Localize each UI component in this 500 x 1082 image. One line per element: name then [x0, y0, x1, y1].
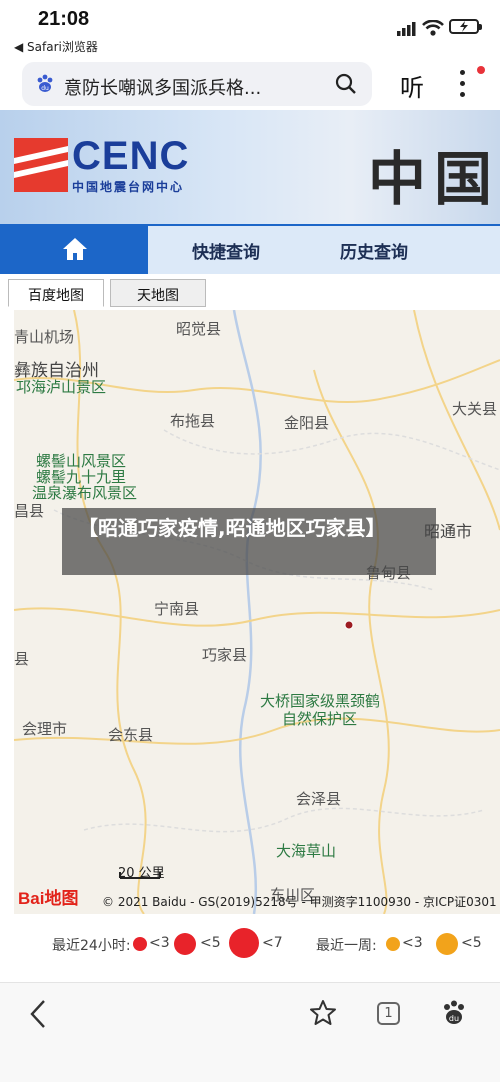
search-query-text[interactable]: 意防长嘲讽多国派兵格...: [64, 74, 319, 100]
legend-week-lt3: <3: [402, 935, 423, 951]
legend-dot-medium-red: [174, 933, 196, 955]
notification-dot: [477, 66, 485, 74]
map-label: 大海草山: [276, 842, 337, 860]
earthquake-map[interactable]: 青山机场 昭觉县 彝族自治州 邛海泸山景区 布拖县 金阳县 大关县 螺髻山风景区…: [14, 310, 500, 914]
cellular-signal-icon: [397, 22, 416, 36]
back-to-app-link[interactable]: ◀ Safari浏览器: [14, 38, 98, 55]
nav-history-query[interactable]: 历史查询: [340, 238, 408, 263]
clock: 21:08: [38, 8, 90, 30]
map-label: 巧家县: [202, 646, 248, 664]
map-scale-label: 20 公里: [118, 866, 165, 881]
battery-icon: [449, 19, 482, 34]
map-label: 大关县: [452, 400, 498, 418]
map-copyright: © 2021 Baidu - GS(2019)5218号 - 甲测资字11009…: [102, 895, 497, 909]
address-search-bar[interactable]: du 意防长嘲讽多国派兵格...: [22, 62, 372, 106]
browser-toolbar: 1 du: [0, 982, 500, 1082]
map-label: 青山机场: [14, 328, 75, 346]
cenc-logo-subtitle: 中国地震台网中心: [72, 180, 185, 194]
more-menu-icon[interactable]: [460, 70, 466, 103]
legend-week-lt5: <5: [461, 935, 482, 951]
cenc-logo-text: CENC: [72, 134, 190, 178]
magnitude-legend: 最近24小时: <3 <5 <7 最近一周: <3 <5: [0, 918, 500, 970]
back-arrow-icon[interactable]: [28, 999, 48, 1029]
map-label: 县: [14, 650, 30, 668]
svg-text:du: du: [41, 85, 49, 92]
tab-tianditu-map[interactable]: 天地图: [110, 279, 206, 307]
map-label: 会理市: [22, 720, 68, 738]
map-label: 会东县: [108, 726, 154, 744]
map-label: 邛海泸山景区: [16, 378, 107, 396]
article-title: 【昭通巧家疫情,昭通地区巧家县】: [78, 516, 386, 540]
baidu-paw-icon[interactable]: du: [441, 1000, 467, 1026]
cenc-banner: CENC 中国地震台网中心 中国: [0, 110, 500, 224]
legend-dot-small-red: [133, 937, 147, 951]
map-label: 布拖县: [170, 412, 216, 430]
tab-baidu-map[interactable]: 百度地图: [8, 279, 104, 307]
map-label: 昌县: [14, 502, 45, 520]
baidu-paw-icon: du: [37, 74, 53, 92]
home-icon: [63, 238, 87, 260]
map-label: 会泽县: [296, 790, 342, 808]
map-label: 昭觉县: [176, 320, 222, 338]
baidu-map-logo: Bai地图: [18, 889, 79, 908]
status-bar: 21:08 ◀ Safari浏览器: [0, 0, 500, 58]
legend-recent-week: 最近一周:: [316, 938, 377, 954]
tab-switcher-button[interactable]: 1: [377, 1002, 400, 1025]
search-icon[interactable]: [335, 73, 357, 95]
cenc-logo-icon: [14, 138, 68, 192]
map-label: 金阳县: [284, 414, 330, 432]
legend-dot-large-red: [229, 928, 259, 958]
map-label: 温泉瀑布风景区: [32, 484, 138, 502]
map-roads: [14, 310, 500, 914]
map-label: 宁南县: [154, 600, 200, 618]
map-label: 自然保护区: [282, 710, 358, 728]
voice-search-button[interactable]: 听: [400, 68, 424, 103]
article-title-overlay: 【昭通巧家疫情,昭通地区巧家县】: [62, 508, 436, 575]
bookmark-star-icon[interactable]: [309, 999, 337, 1027]
legend-lt3: <3: [149, 935, 170, 951]
nav-home-button[interactable]: [0, 226, 148, 274]
wifi-icon: [422, 20, 444, 36]
map-tabs: 百度地图 天地图: [0, 274, 500, 310]
nav-quick-query[interactable]: 快捷查询: [192, 238, 260, 263]
legend-dot-small-orange: [386, 937, 400, 951]
legend-dot-medium-orange: [436, 933, 458, 955]
legend-recent-24h: 最近24小时:: [52, 938, 131, 954]
legend-lt5: <5: [200, 935, 221, 951]
legend-lt7: <7: [262, 935, 283, 951]
svg-text:du: du: [449, 1014, 459, 1023]
main-nav: 快捷查询 历史查询: [0, 224, 500, 274]
banner-calligraphy: 中国: [368, 145, 500, 213]
